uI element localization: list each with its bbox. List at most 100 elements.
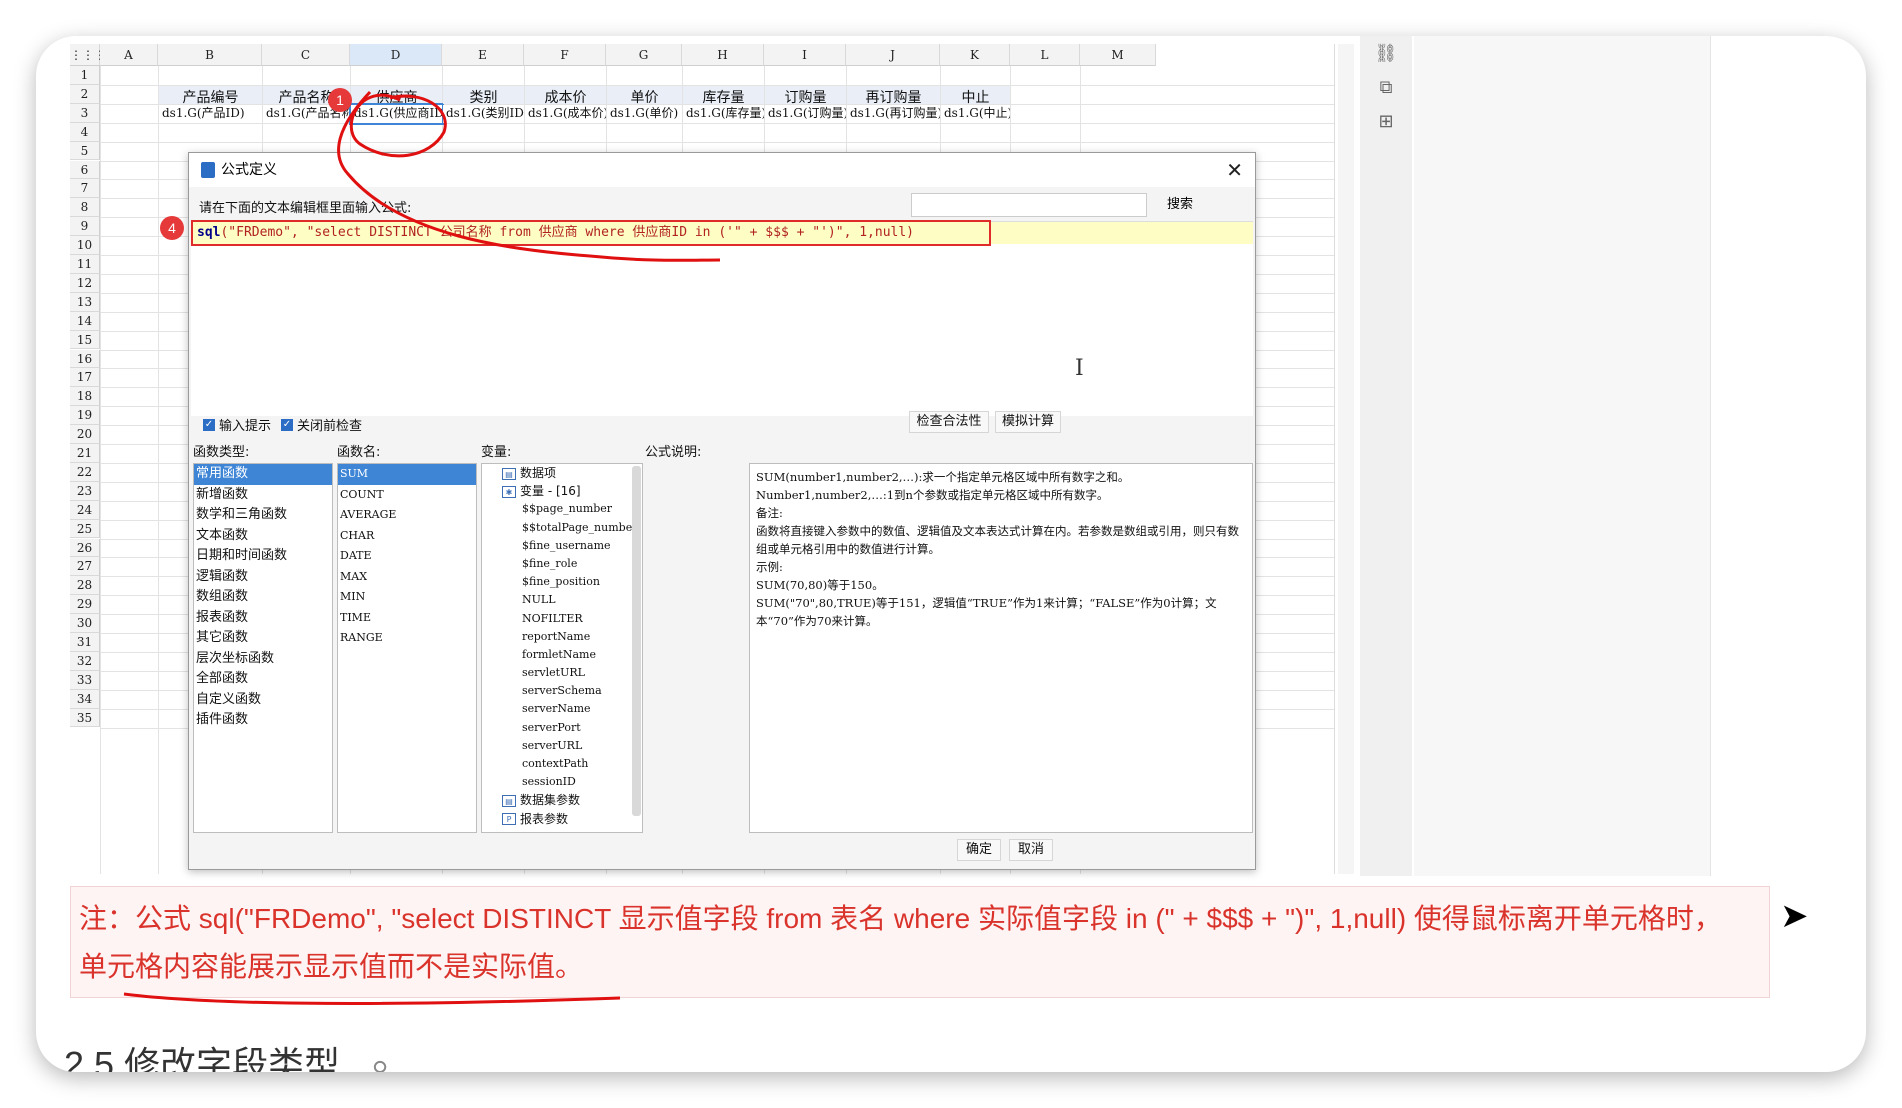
row-header-5[interactable]: 5 [70,141,100,161]
tree-leaf[interactable]: serverSchema [482,682,642,700]
ok-button[interactable]: 确定 [957,839,1001,861]
tree-leaf[interactable]: $fine_username [482,537,642,555]
tree-leaf[interactable]: $$totalPage_number [482,519,642,537]
row-header-18[interactable]: 18 [70,387,100,407]
column-header-a[interactable]: A [100,44,158,66]
list-item[interactable]: 层次坐标函数 [194,649,332,670]
formula-cell[interactable]: ds1.G(中止) [941,104,1010,123]
row-header-20[interactable]: 20 [70,425,100,444]
tree-leaf[interactable]: $fine_role [482,555,642,573]
list-item[interactable]: AVERAGE [338,505,476,526]
list-item[interactable]: 报表函数 [194,608,332,629]
sheet-vertical-scrollbar[interactable] [1338,44,1354,874]
header-cell[interactable]: 供应商 [351,85,442,104]
row-header-33[interactable]: 33 [70,670,100,690]
formula-cell[interactable]: ds1.G(订购量) [765,104,846,123]
row-header-1[interactable]: 1 [70,66,100,85]
column-header-g[interactable]: G [606,44,682,66]
row-header-27[interactable]: 27 [70,557,100,577]
row-header-26[interactable]: 26 [70,538,100,558]
row-header-29[interactable]: 29 [70,595,100,615]
list-item[interactable]: 逻辑函数 [194,567,332,588]
column-header-e[interactable]: E [442,44,524,66]
row-header-34[interactable]: 34 [70,689,100,709]
list-item[interactable]: CHAR [338,526,476,547]
row-header-6[interactable]: 6 [70,160,100,180]
list-item[interactable]: 常用函数 [194,464,332,485]
row-header-25[interactable]: 25 [70,519,100,539]
tree-node[interactable]: P 报表参数 [482,810,642,828]
row-header-10[interactable]: 10 [70,236,100,255]
cancel-button[interactable]: 取消 [1009,839,1053,861]
formula-cell[interactable]: ds1.G(成本价) [525,104,606,123]
close-check-checkbox[interactable]: ✓ 关闭前检查 [281,415,362,434]
row-header-11[interactable]: 11 [70,255,100,274]
formula-cell[interactable]: ds1.G(库存量) [683,104,764,123]
list-item[interactable]: 日期和时间函数 [194,546,332,567]
row-header-2[interactable]: 2 [70,84,100,104]
tree-icon[interactable]: ⊞ [1374,110,1398,134]
row-header-4[interactable]: 4 [70,122,100,142]
list-item[interactable]: 自定义函数 [194,690,332,711]
column-header-d[interactable]: D [350,44,442,66]
row-header-3[interactable]: 3 [70,103,100,123]
list-item[interactable]: RANGE [338,628,476,649]
column-header-b[interactable]: B [158,44,262,66]
column-header-i[interactable]: I [764,44,846,66]
row-header-16[interactable]: 16 [70,349,100,369]
row-header-13[interactable]: 13 [70,292,100,312]
column-header-k[interactable]: K [940,44,1010,66]
column-header-m[interactable]: M [1080,44,1156,66]
tree-leaf[interactable]: $$page_number [482,500,642,518]
list-item[interactable]: 数学和三角函数 [194,505,332,526]
column-header-c[interactable]: C [262,44,350,66]
simulate-button[interactable]: 模拟计算 [995,411,1061,433]
header-cell[interactable]: 再订购量 [847,85,940,104]
copy-icon[interactable]: ⧉ [1374,76,1398,100]
row-header-14[interactable]: 14 [70,311,100,331]
row-header-17[interactable]: 17 [70,368,100,388]
tree-leaf[interactable]: serverURL [482,737,642,755]
validate-button[interactable]: 检查合法性 [909,411,989,433]
formula-editor[interactable]: sql("FRDemo", "select DISTINCT 公司名称 from… [191,220,1253,416]
tree-leaf[interactable]: sessionID [482,773,642,791]
row-header-28[interactable]: 28 [70,576,100,596]
close-icon[interactable]: ✕ [1226,153,1243,187]
list-item[interactable]: 数组函数 [194,587,332,608]
header-cell[interactable]: 中止 [941,85,1010,104]
tree-leaf[interactable]: $fine_position [482,573,642,591]
header-cell[interactable]: 类别 [443,85,524,104]
row-header-32[interactable]: 32 [70,651,100,671]
tree-node[interactable]: ▤ 数据项 [482,464,642,482]
list-item[interactable]: TIME [338,608,476,629]
row-header-15[interactable]: 15 [70,330,100,350]
tree-leaf[interactable]: formletName [482,646,642,664]
header-cell[interactable]: 库存量 [683,85,764,104]
variable-tree[interactable]: ▤ 数据项 ✱ 变量 - [16] $$page_number $$totalPage_n… [481,463,643,833]
formula-cell[interactable]: ds1.G(单价) [607,104,682,123]
formula-cell[interactable]: ds1.G(供应商ID) [349,102,444,125]
tree-node[interactable]: ▤ 数据集参数 [482,791,642,809]
tree-leaf[interactable]: servletURL [482,664,642,682]
header-cell[interactable]: 单价 [607,85,682,104]
tree-leaf[interactable]: NULL [482,591,642,609]
list-item[interactable]: SUM [338,464,476,485]
row-header-30[interactable]: 30 [70,614,100,633]
search-button[interactable]: 搜索 [1155,193,1205,217]
column-header-l[interactable]: L [1010,44,1080,66]
row-header-12[interactable]: 12 [70,273,100,293]
row-header-19[interactable]: 19 [70,406,100,426]
input-hint-checkbox[interactable]: ✓ 输入提示 [203,415,271,434]
list-item[interactable]: DATE [338,546,476,567]
func-type-list[interactable]: 常用函数 新增函数 数学和三角函数 文本函数 日期和时间函数 逻辑函数 数组函数 报表函数 其它… [193,463,333,833]
formula-cell[interactable]: ds1.G(再订购量) [847,104,940,123]
func-name-list[interactable]: SUM COUNT AVERAGE CHAR DATE MAX MIN TIME RANGE [337,463,477,833]
header-cell[interactable]: 订购量 [765,85,846,104]
row-header-21[interactable]: 21 [70,444,100,463]
search-input[interactable] [911,193,1147,217]
header-cell[interactable]: 产品编号 [159,85,262,104]
row-header-35[interactable]: 35 [70,708,100,728]
header-cell[interactable]: 成本价 [525,85,606,104]
column-header-f[interactable]: F [524,44,606,66]
row-header-7[interactable]: 7 [70,179,100,199]
